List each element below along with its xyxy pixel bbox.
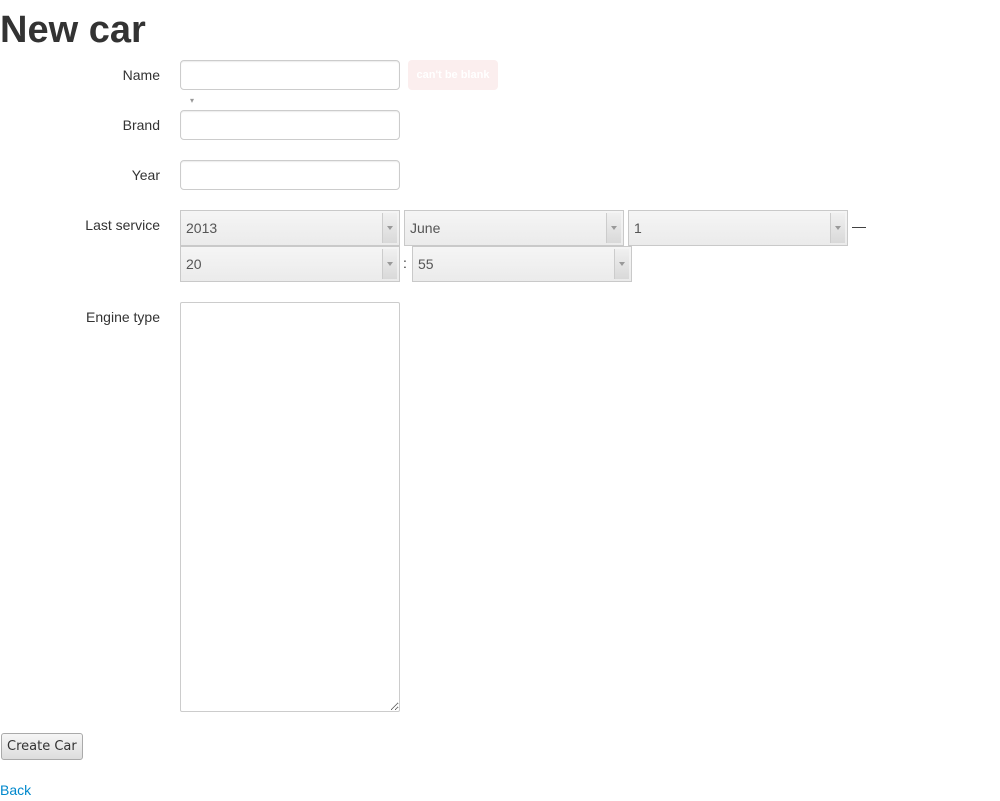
chevron-down-icon xyxy=(614,249,629,279)
year-select-value: 2013 xyxy=(186,220,218,236)
hour-select-value: 20 xyxy=(186,256,202,272)
month-select-value: June xyxy=(410,220,441,236)
last-service-month-select[interactable]: June xyxy=(404,210,624,246)
caret-icon: ▾ xyxy=(190,96,195,105)
engine-type-label: Engine type xyxy=(86,309,160,325)
brand-label: Brand xyxy=(122,117,160,133)
year-label: Year xyxy=(131,167,160,183)
brand-field[interactable] xyxy=(180,110,400,140)
last-service-minute-select[interactable]: 55 xyxy=(412,246,632,282)
page-title: New car xyxy=(0,9,146,51)
create-car-button[interactable]: Create Car xyxy=(1,733,83,760)
chevron-down-icon xyxy=(382,213,397,243)
name-field[interactable] xyxy=(180,60,400,90)
name-error-tooltip: can't be blank xyxy=(408,60,498,90)
chevron-down-icon xyxy=(606,213,621,243)
last-service-hour-select[interactable]: 20 xyxy=(180,246,400,282)
engine-type-textarea[interactable] xyxy=(180,302,400,712)
day-select-value: 1 xyxy=(634,220,642,236)
date-time-separator: — xyxy=(852,218,866,234)
name-label: Name xyxy=(122,67,160,83)
last-service-label: Last service xyxy=(85,217,160,233)
back-link[interactable]: Back xyxy=(0,782,31,798)
last-service-year-select[interactable]: 2013 xyxy=(180,210,400,246)
year-field[interactable] xyxy=(180,160,400,190)
chevron-down-icon xyxy=(830,213,845,243)
time-separator: : xyxy=(403,255,407,271)
last-service-day-select[interactable]: 1 xyxy=(628,210,848,246)
minute-select-value: 55 xyxy=(418,256,434,272)
chevron-down-icon xyxy=(382,249,397,279)
